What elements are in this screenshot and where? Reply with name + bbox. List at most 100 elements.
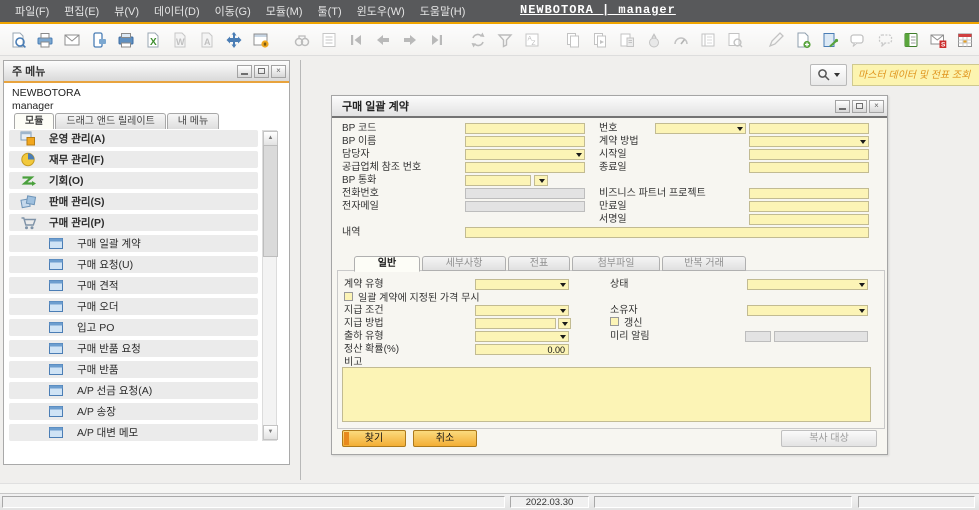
tasks-icon[interactable] xyxy=(901,30,921,50)
menu-goto[interactable]: 이동(G) xyxy=(215,3,251,19)
menu-item-financials[interactable]: 재무 관리(F) xyxy=(9,151,258,168)
previous-record-icon[interactable] xyxy=(373,30,393,50)
checklist-icon[interactable] xyxy=(319,30,339,50)
renewal-checkbox[interactable] xyxy=(610,317,619,326)
main-menu-titlebar[interactable]: 주 메뉴 × xyxy=(4,61,289,83)
tab-recurring[interactable]: 반복 거래 xyxy=(662,256,746,271)
mail-alert-icon[interactable]: S xyxy=(928,30,948,50)
end-date-field[interactable] xyxy=(749,162,869,173)
email-icon[interactable] xyxy=(62,30,82,50)
fax-icon[interactable] xyxy=(116,30,136,50)
shipping-type-select[interactable] xyxy=(475,331,569,342)
copy-icon[interactable] xyxy=(563,30,583,50)
paste-icon[interactable] xyxy=(590,30,610,50)
scroll-thumb[interactable] xyxy=(263,145,278,257)
export-excel-icon[interactable]: X xyxy=(143,30,163,50)
settlement-probability-field[interactable] xyxy=(475,344,569,355)
payment-method-dropdown-button[interactable] xyxy=(558,318,571,329)
panel-splitter[interactable] xyxy=(300,60,301,480)
tab-attachments[interactable]: 첨부파일 xyxy=(572,256,660,271)
next-record-icon[interactable] xyxy=(400,30,420,50)
query-icon[interactable] xyxy=(725,30,745,50)
menu-scrollbar[interactable]: ▲ ▼ xyxy=(262,130,277,441)
menu-item-sales[interactable]: 판매 관리(S) xyxy=(9,193,258,210)
first-record-icon[interactable] xyxy=(346,30,366,50)
bp-project-field[interactable] xyxy=(749,188,869,199)
tab-modules[interactable]: 모듈 xyxy=(14,113,54,129)
menu-item-ap-down-payment-request[interactable]: A/P 선금 요청(A) xyxy=(9,382,258,399)
number-series-select[interactable] xyxy=(655,123,746,134)
calendar-icon[interactable] xyxy=(955,30,975,50)
tab-details[interactable]: 세부사항 xyxy=(422,256,506,271)
agreement-type-select[interactable] xyxy=(475,279,569,290)
menu-item-purchase-order[interactable]: 구매 오더 xyxy=(9,298,258,315)
tab-my-menu[interactable]: 내 메뉴 xyxy=(167,113,219,129)
menu-item-purchasing[interactable]: 구매 관리(P) xyxy=(9,214,258,231)
document-settings-icon[interactable] xyxy=(820,30,840,50)
edit-icon[interactable] xyxy=(766,30,786,50)
menu-item-goods-return[interactable]: 구매 반품 xyxy=(9,361,258,378)
menu-modules[interactable]: 모듈(M) xyxy=(266,3,303,19)
bp-code-field[interactable] xyxy=(465,123,585,134)
gauge-icon[interactable] xyxy=(671,30,691,50)
sort-icon[interactable]: AZ xyxy=(522,30,542,50)
menu-item-purchase-blanket-agreement[interactable]: 구매 일괄 계약 xyxy=(9,235,258,252)
close-button[interactable]: × xyxy=(271,65,286,78)
menu-tools[interactable]: 툴(T) xyxy=(318,3,342,19)
bp-name-field[interactable] xyxy=(465,136,585,147)
remarks-textarea[interactable] xyxy=(342,367,871,422)
preview-icon[interactable] xyxy=(8,30,28,50)
ignore-prices-checkbox[interactable] xyxy=(344,292,353,301)
menu-item-purchase-quotation[interactable]: 구매 견적 xyxy=(9,277,258,294)
menu-item-opportunities[interactable]: 기회(O) xyxy=(9,172,258,189)
menu-file[interactable]: 파일(F) xyxy=(15,3,49,19)
close-button[interactable]: × xyxy=(869,100,884,113)
refresh-icon[interactable] xyxy=(468,30,488,50)
maximize-button[interactable] xyxy=(254,65,269,78)
status-select[interactable] xyxy=(747,279,868,290)
menu-edit[interactable]: 편집(E) xyxy=(64,3,99,19)
minimize-button[interactable] xyxy=(835,100,850,113)
minimize-button[interactable] xyxy=(237,65,252,78)
comment-outline-icon[interactable] xyxy=(874,30,894,50)
last-record-icon[interactable] xyxy=(427,30,447,50)
menu-item-administration[interactable]: 운영 관리(A) xyxy=(9,130,258,147)
maximize-button[interactable] xyxy=(852,100,867,113)
menu-data[interactable]: 데이터(D) xyxy=(154,3,200,19)
description-field[interactable] xyxy=(465,227,869,238)
find-icon[interactable] xyxy=(292,30,312,50)
payment-terms-select[interactable] xyxy=(475,305,569,316)
owner-select[interactable] xyxy=(747,305,868,316)
supplier-ref-field[interactable] xyxy=(465,162,585,173)
sms-icon[interactable] xyxy=(89,30,109,50)
payment-method-field[interactable] xyxy=(475,318,556,329)
export-pdf-icon[interactable]: A xyxy=(197,30,217,50)
journal-icon[interactable] xyxy=(698,30,718,50)
search-input[interactable] xyxy=(852,64,979,86)
form-titlebar[interactable]: 구매 일괄 계약 × xyxy=(332,96,887,118)
number-field[interactable] xyxy=(749,123,869,134)
scroll-down-icon[interactable]: ▼ xyxy=(263,425,278,440)
layout-designer-icon[interactable] xyxy=(224,30,244,50)
search-button[interactable] xyxy=(810,64,847,86)
menu-item-purchase-request[interactable]: 구매 요청(U) xyxy=(9,256,258,273)
filter-icon[interactable] xyxy=(495,30,515,50)
cancel-button[interactable]: 취소 xyxy=(413,430,477,447)
tab-general[interactable]: 일반 xyxy=(354,256,420,272)
menu-item-ap-invoice[interactable]: A/P 송장 xyxy=(9,403,258,420)
start-date-field[interactable] xyxy=(749,149,869,160)
menu-item-goods-receipt-po[interactable]: 입고 PO xyxy=(9,319,258,336)
bp-currency-dropdown-button[interactable] xyxy=(534,175,548,186)
agreement-method-select[interactable] xyxy=(749,136,869,147)
menu-item-ap-credit-memo[interactable]: A/P 대변 메모 xyxy=(9,424,258,441)
money-icon[interactable] xyxy=(644,30,664,50)
menu-help[interactable]: 도움말(H) xyxy=(420,3,466,19)
bp-currency-field[interactable] xyxy=(465,175,531,186)
lock-screen-icon[interactable] xyxy=(251,30,271,50)
find-button[interactable]: 찾기 xyxy=(342,430,406,447)
contact-person-select[interactable] xyxy=(465,149,585,160)
export-word-icon[interactable]: W xyxy=(170,30,190,50)
signing-date-field[interactable] xyxy=(749,214,869,225)
menu-view[interactable]: 뷰(V) xyxy=(114,3,139,19)
payment-means-icon[interactable] xyxy=(617,30,637,50)
